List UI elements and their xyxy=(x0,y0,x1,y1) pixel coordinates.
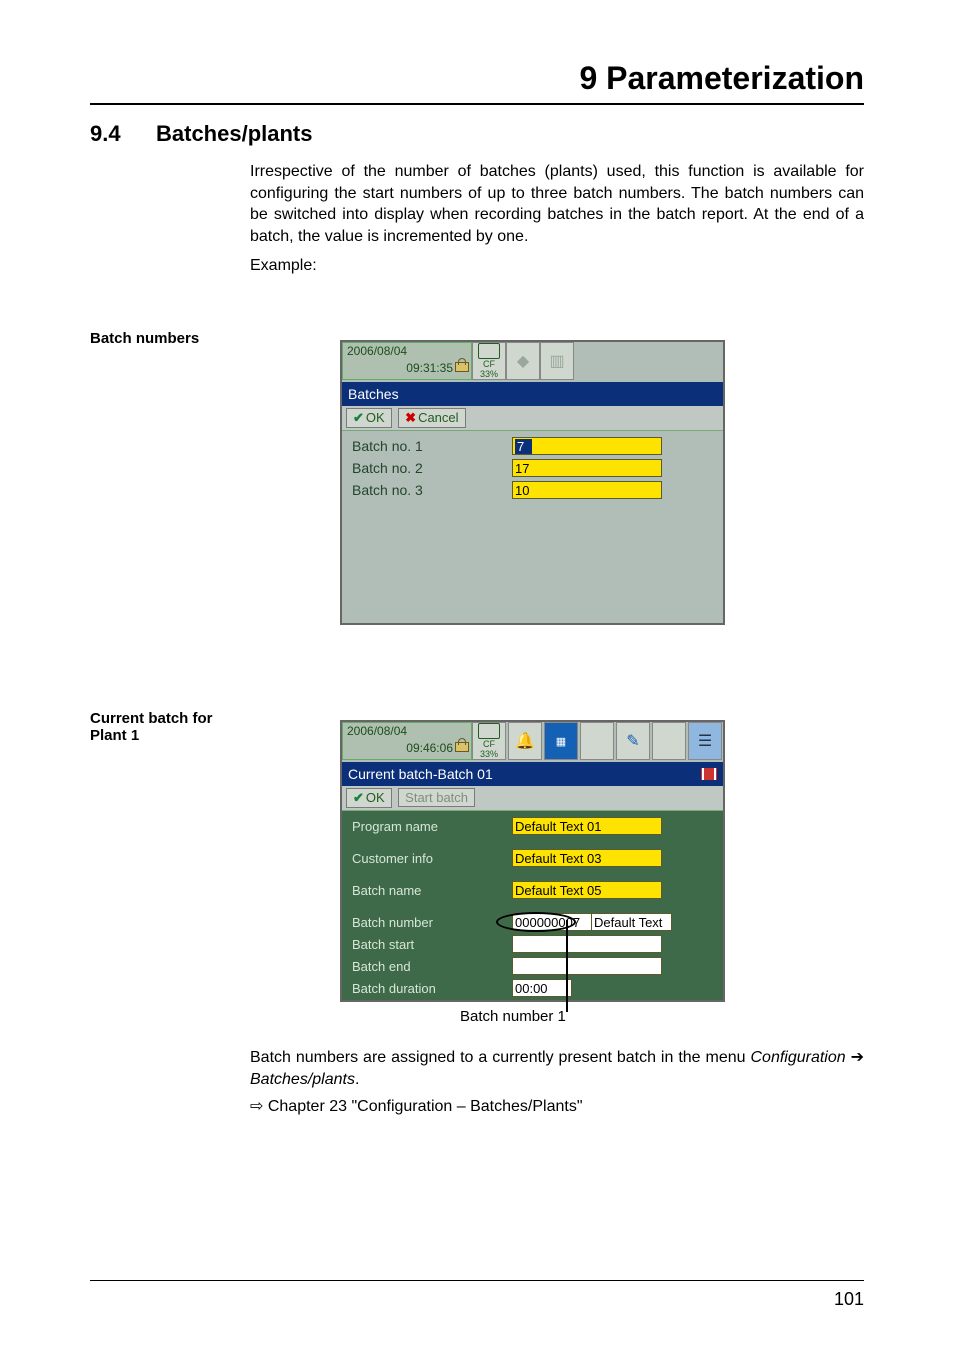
batch-duration-field: 00:00 xyxy=(512,979,572,997)
intro-paragraph: Irrespective of the number of batches (p… xyxy=(250,161,864,247)
table-row[interactable]: Batch no. 1 7 xyxy=(352,437,713,455)
assign-paragraph: Batch numbers are assigned to a currentl… xyxy=(250,1047,864,1090)
cf-percent: 33% xyxy=(480,369,498,379)
time-value: 09:46:06 xyxy=(406,741,453,755)
cf-card-icon: CF 33% xyxy=(472,722,506,760)
menu-config: Configuration xyxy=(750,1049,845,1066)
dialog-statusbar: 2006/08/04 09:46:06 CF 33% 🔔 ▦ ✎ ☰ xyxy=(342,722,723,762)
row-value-field[interactable]: Default Text 05 xyxy=(512,881,662,899)
ok-button[interactable]: ✔OK xyxy=(346,408,392,428)
row-value-field[interactable]: 10 xyxy=(512,481,662,499)
callout-line xyxy=(566,920,568,1012)
table-row[interactable]: Batch name Default Text 05 xyxy=(352,881,713,899)
table-row: Batch duration 00:00 xyxy=(352,979,713,997)
side-label-batch-numbers: Batch numbers xyxy=(90,330,240,347)
row-value-field[interactable]: 7 xyxy=(512,437,662,455)
cf-percent: 33% xyxy=(480,749,498,759)
table-row[interactable]: Batch no. 3 10 xyxy=(352,481,713,499)
batches-dialog: 2006/08/04 09:31:35 CF 33% ◆ ▥ Batches ✔… xyxy=(340,340,725,625)
table-row: Batch start xyxy=(352,935,713,953)
cf-label: CF xyxy=(483,359,495,369)
current-batch-dialog: 2006/08/04 09:46:06 CF 33% 🔔 ▦ ✎ ☰ Curre… xyxy=(340,720,725,1002)
film-icon xyxy=(701,768,717,780)
callout-label: Batch number 1 xyxy=(460,1008,566,1025)
edit-icon[interactable]: ✎ xyxy=(616,722,650,760)
xref-arrow-icon: ⇨ xyxy=(250,1098,263,1115)
start-batch-button: Start batch xyxy=(398,788,475,807)
table-row[interactable]: Customer info Default Text 03 xyxy=(352,849,713,867)
dialog-title: Batches xyxy=(342,382,723,406)
menu-batches: Batches/plants xyxy=(250,1071,355,1088)
row-value-field[interactable]: 17 xyxy=(512,459,662,477)
batch-number-suffix: Default Text xyxy=(592,913,672,931)
lock-icon xyxy=(455,358,467,372)
time-value: 09:31:35 xyxy=(406,361,453,375)
row-label: Customer info xyxy=(352,851,512,866)
date-value: 2006/08/04 xyxy=(347,345,467,358)
arrow-icon: ➔ xyxy=(846,1049,864,1066)
row-label: Batch no. 1 xyxy=(352,438,512,454)
section-title: Batches/plants xyxy=(156,121,313,146)
row-label: Batch no. 2 xyxy=(352,460,512,476)
table-row[interactable]: Program name Default Text 01 xyxy=(352,817,713,835)
dialog-title: Current batch-Batch 01 xyxy=(342,762,723,786)
dialog-button-bar: ✔OK Start batch xyxy=(342,786,723,811)
side-label-current-batch: Current batch for Plant 1 xyxy=(90,710,240,744)
bell-icon[interactable]: 🔔 xyxy=(508,722,542,760)
row-label: Batch duration xyxy=(352,981,512,996)
row-label: Batch number xyxy=(352,915,512,930)
table-row: Batch end xyxy=(352,957,713,975)
indicator-icon: ◆ xyxy=(506,342,540,380)
batch-end-field xyxy=(512,957,662,975)
callout-ellipse xyxy=(496,912,576,932)
row-value-field[interactable]: Default Text 01 xyxy=(512,817,662,835)
page-number: 101 xyxy=(834,1289,864,1309)
monitor-icon[interactable]: ▦ xyxy=(544,722,578,760)
blank-icon xyxy=(652,722,686,760)
cancel-button[interactable]: ✖Cancel xyxy=(398,408,465,428)
chapter-title: 9 Parameterization xyxy=(90,60,864,105)
table-row[interactable]: Batch no. 2 17 xyxy=(352,459,713,477)
cf-label: CF xyxy=(483,739,495,749)
page-footer: 101 xyxy=(90,1280,864,1310)
lock-icon xyxy=(455,738,467,752)
cross-reference: ⇨ Chapter 23 "Configuration – Batches/Pl… xyxy=(250,1096,864,1116)
cf-card-icon: CF 33% xyxy=(472,342,506,380)
row-label: Batch start xyxy=(352,937,512,952)
row-label: Batch end xyxy=(352,959,512,974)
example-label: Example: xyxy=(250,255,864,277)
dialog-statusbar: 2006/08/04 09:31:35 CF 33% ◆ ▥ xyxy=(342,342,723,382)
row-label: Batch name xyxy=(352,883,512,898)
section-number: 9.4 xyxy=(90,121,156,147)
batch-start-field xyxy=(512,935,662,953)
row-value-field[interactable]: Default Text 03 xyxy=(512,849,662,867)
list-icon[interactable]: ☰ xyxy=(688,722,722,760)
datetime-box: 2006/08/04 09:46:06 xyxy=(342,722,472,760)
blank-icon xyxy=(580,722,614,760)
dialog-button-bar: ✔OK ✖Cancel xyxy=(342,406,723,431)
row-label: Batch no. 3 xyxy=(352,482,512,498)
row-label: Program name xyxy=(352,819,512,834)
datetime-box: 2006/08/04 09:31:35 xyxy=(342,342,472,380)
toolbar-icons: 🔔 ▦ ✎ ☰ xyxy=(508,722,722,760)
ok-button[interactable]: ✔OK xyxy=(346,788,392,808)
section-heading: 9.4Batches/plants xyxy=(90,121,864,147)
bars-icon: ▥ xyxy=(540,342,574,380)
date-value: 2006/08/04 xyxy=(347,725,467,738)
